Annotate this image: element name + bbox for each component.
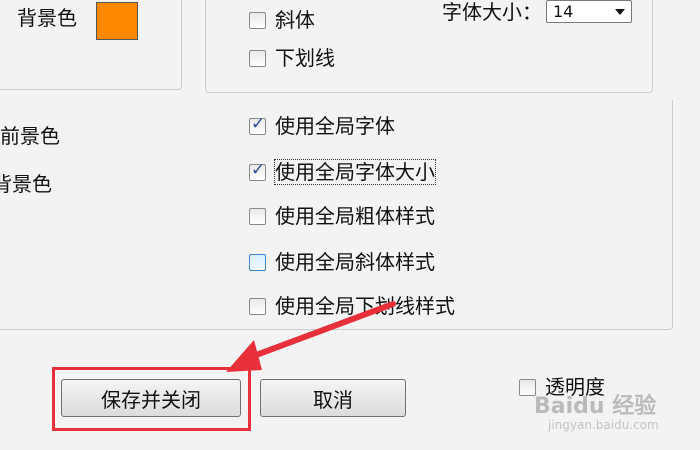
background-color-swatch[interactable] [96, 2, 138, 40]
option-global-font-row[interactable]: 使用全局字体 [249, 114, 395, 138]
option-global-italic-checkbox[interactable] [249, 253, 266, 271]
baidu-watermark-url: jingyan.baidu.com [548, 418, 659, 432]
italic-checkbox[interactable] [249, 11, 266, 29]
option-global-bold-row[interactable]: 使用全局粗体样式 [249, 204, 435, 228]
background-color-label: 背景色 [17, 6, 77, 30]
option-global-font-label: 使用全局字体 [275, 114, 395, 138]
option-global-bold-checkbox[interactable] [249, 207, 266, 225]
option-global-underline-checkbox[interactable] [249, 297, 266, 315]
option-global-font-size-checkbox[interactable] [249, 160, 266, 181]
cancel-button[interactable]: 取消 [260, 379, 406, 417]
foreground-color-label: 前景色 [0, 124, 60, 148]
italic-checkbox-row[interactable]: 斜体 [249, 8, 315, 32]
option-global-underline-label: 使用全局下划线样式 [275, 294, 455, 318]
option-global-italic-row[interactable]: 使用全局斜体样式 [249, 250, 435, 274]
option-global-italic-label: 使用全局斜体样式 [275, 250, 435, 274]
annotation-highlight-box [52, 367, 251, 431]
option-global-font-size-row[interactable]: 使用全局字体大小 [249, 159, 436, 185]
underline-label: 下划线 [275, 46, 335, 70]
background-color-label-2: 背景色 [0, 172, 52, 196]
font-size-select[interactable]: 14 [546, 0, 632, 23]
option-global-underline-row[interactable]: 使用全局下划线样式 [249, 294, 455, 318]
font-size-label: 字体大小： [442, 0, 542, 24]
baidu-watermark: Baidu 经验 [534, 394, 657, 419]
font-size-value: 14 [553, 2, 574, 21]
chevron-down-icon[interactable] [615, 9, 625, 15]
underline-checkbox[interactable] [249, 49, 266, 67]
option-global-font-checkbox[interactable] [249, 114, 266, 135]
option-global-bold-label: 使用全局粗体样式 [275, 204, 435, 228]
underline-checkbox-row[interactable]: 下划线 [249, 46, 335, 70]
italic-label: 斜体 [275, 8, 315, 32]
option-global-font-size-label: 使用全局字体大小 [274, 159, 436, 185]
